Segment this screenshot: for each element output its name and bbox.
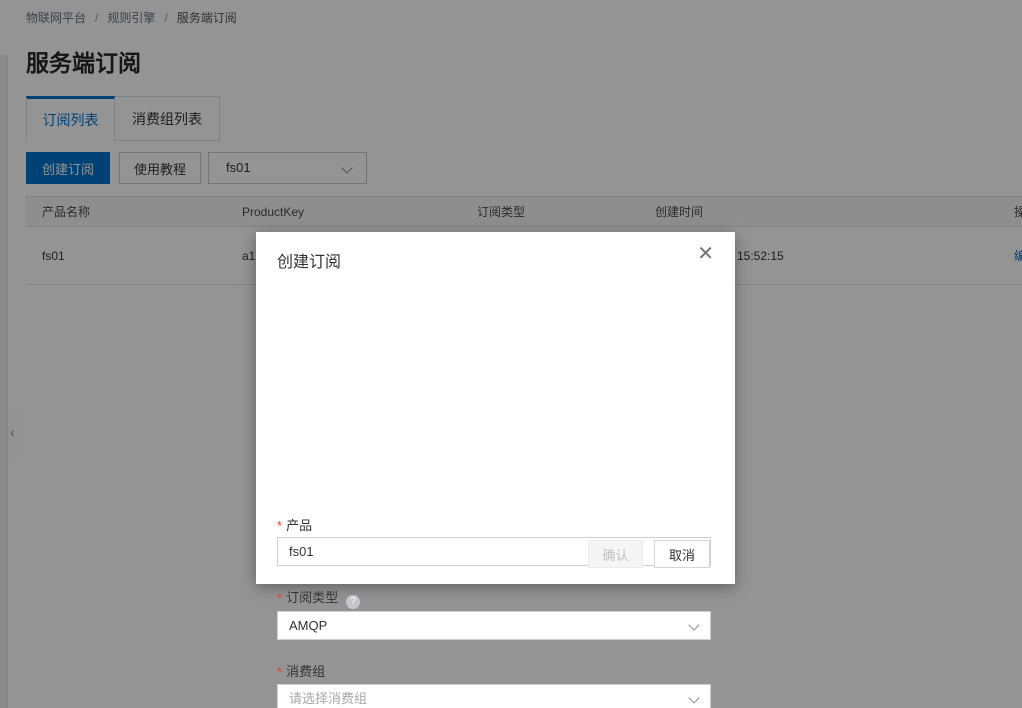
consumer-group-placeholder: 请选择消费组 bbox=[289, 691, 367, 706]
required-asterisk: * bbox=[277, 664, 282, 679]
modal-title: 创建订阅 bbox=[277, 248, 341, 272]
help-icon[interactable]: ? bbox=[346, 595, 360, 609]
product-field-label: *产品 bbox=[277, 515, 312, 534]
product-select-value: fs01 bbox=[289, 544, 314, 559]
iot-console-screen: 物联网平台/规则引擎/服务端订阅 服务端订阅 订阅列表 消费组列表 创建订阅 使… bbox=[0, 0, 1022, 708]
cancel-button[interactable]: 取消 bbox=[654, 540, 710, 568]
subscription-type-field-label: *订阅类型? bbox=[277, 587, 360, 609]
required-asterisk: * bbox=[277, 590, 282, 605]
consumer-group-select[interactable]: 请选择消费组 bbox=[277, 684, 711, 708]
product-select[interactable]: fs01 bbox=[277, 537, 711, 566]
subscription-type-select[interactable]: AMQP bbox=[277, 611, 711, 640]
close-icon[interactable]: ✕ bbox=[697, 244, 714, 264]
create-subscription-modal: 创建订阅 ✕ *产品 fs01 *订阅类型? AMQP *消费组 请选择消费组 … bbox=[256, 232, 735, 584]
consumer-group-field-label: *消费组 bbox=[277, 661, 325, 680]
required-asterisk: * bbox=[277, 518, 282, 533]
confirm-button[interactable]: 确认 bbox=[588, 540, 643, 568]
chevron-down-icon bbox=[688, 692, 699, 703]
chevron-down-icon bbox=[688, 619, 699, 630]
subscription-type-select-value: AMQP bbox=[289, 618, 327, 633]
